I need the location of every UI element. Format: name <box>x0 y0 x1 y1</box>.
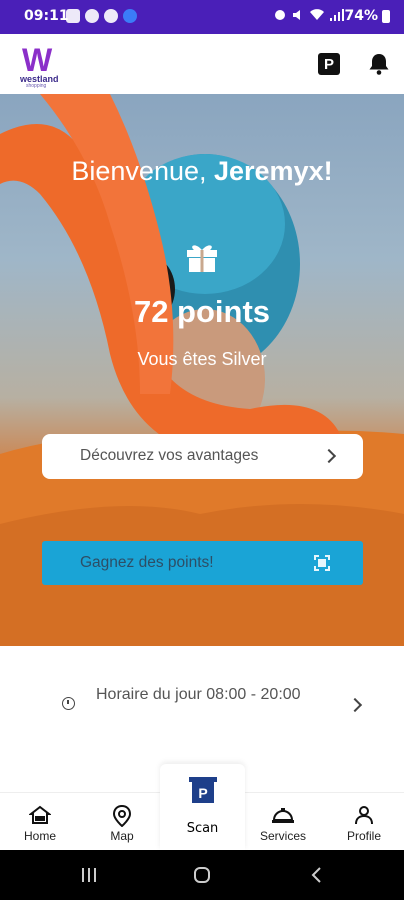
home-icon <box>29 805 51 824</box>
points-balance: 72 points <box>133 294 271 329</box>
logo-subtext: shopping <box>26 83 47 89</box>
map-pin-icon <box>112 805 132 827</box>
tier-status: Vous êtes Silver <box>137 349 267 369</box>
qr-scan-icon <box>314 555 330 571</box>
mute-icon <box>293 10 300 20</box>
westland-logo[interactable]: W westland shopping <box>18 42 64 89</box>
nav-services-label: Services <box>259 829 306 843</box>
nav-home[interactable]: Home <box>0 793 80 851</box>
nav-map-label: Map <box>110 829 134 843</box>
battery-icon <box>382 9 390 23</box>
notification-icons <box>66 9 137 23</box>
home-system-icon[interactable] <box>193 866 211 884</box>
user-icon <box>355 806 373 825</box>
battery-percent: 74% <box>344 8 378 24</box>
earn-points-label: Gagnez des points! <box>80 554 214 571</box>
welcome-prefix: Bienvenue, <box>71 156 214 186</box>
notifications-button[interactable] <box>366 51 392 77</box>
nav-scan[interactable]: P Scan <box>160 764 245 850</box>
discover-benefits-label: Découvrez vos avantages <box>80 447 259 464</box>
service-bell-icon <box>272 808 294 823</box>
app-notification-icon <box>123 9 137 23</box>
system-navigation-bar <box>0 850 404 900</box>
messenger-icon <box>85 9 99 23</box>
nav-scan-label: Scan <box>186 821 219 836</box>
signal-icon <box>330 9 344 21</box>
parking-ticket-scan-icon: P <box>188 777 217 803</box>
earn-points-button[interactable]: Gagnez des points! <box>42 541 363 585</box>
loyalty-hero: Bienvenue, Jeremyx! 72 points Vous êtes … <box>0 94 404 646</box>
clock-icon <box>62 697 75 710</box>
back-icon[interactable] <box>309 866 323 884</box>
nav-services[interactable]: Services <box>243 793 323 851</box>
user-name: Jeremyx! <box>214 156 333 186</box>
battery-indicator: 74% <box>344 8 390 24</box>
opening-hours-text: Horaire du jour 08:00 - 20:00 <box>96 686 301 703</box>
nav-profile[interactable]: Profile <box>324 793 404 851</box>
parking-icon: P <box>323 55 334 73</box>
alarm-icon <box>275 10 285 20</box>
chevron-right-icon <box>321 448 337 464</box>
recent-apps-icon[interactable] <box>80 867 98 883</box>
status-time: 09:11 <box>24 8 69 24</box>
app-header: W westland shopping P <box>0 34 404 94</box>
nav-profile-label: Profile <box>346 829 381 843</box>
parking-button[interactable]: P <box>318 53 340 75</box>
chevron-right-icon <box>347 697 363 713</box>
gallery-icon <box>66 9 80 23</box>
status-bar: 09:11 74% <box>0 0 404 34</box>
bell-icon <box>369 54 389 75</box>
discover-benefits-button[interactable]: Découvrez vos avantages <box>42 434 363 479</box>
system-icons <box>274 9 344 21</box>
welcome-heading: Bienvenue, Jeremyx! <box>0 156 404 187</box>
nav-home-label: Home <box>23 829 56 843</box>
opening-hours-row[interactable]: Horaire du jour 08:00 - 20:00 <box>0 670 404 740</box>
svg-text:P: P <box>198 785 207 801</box>
wifi-icon <box>310 9 324 20</box>
sync-icon <box>104 9 118 23</box>
gift-icon <box>187 245 217 272</box>
nav-map[interactable]: Map <box>82 793 162 851</box>
